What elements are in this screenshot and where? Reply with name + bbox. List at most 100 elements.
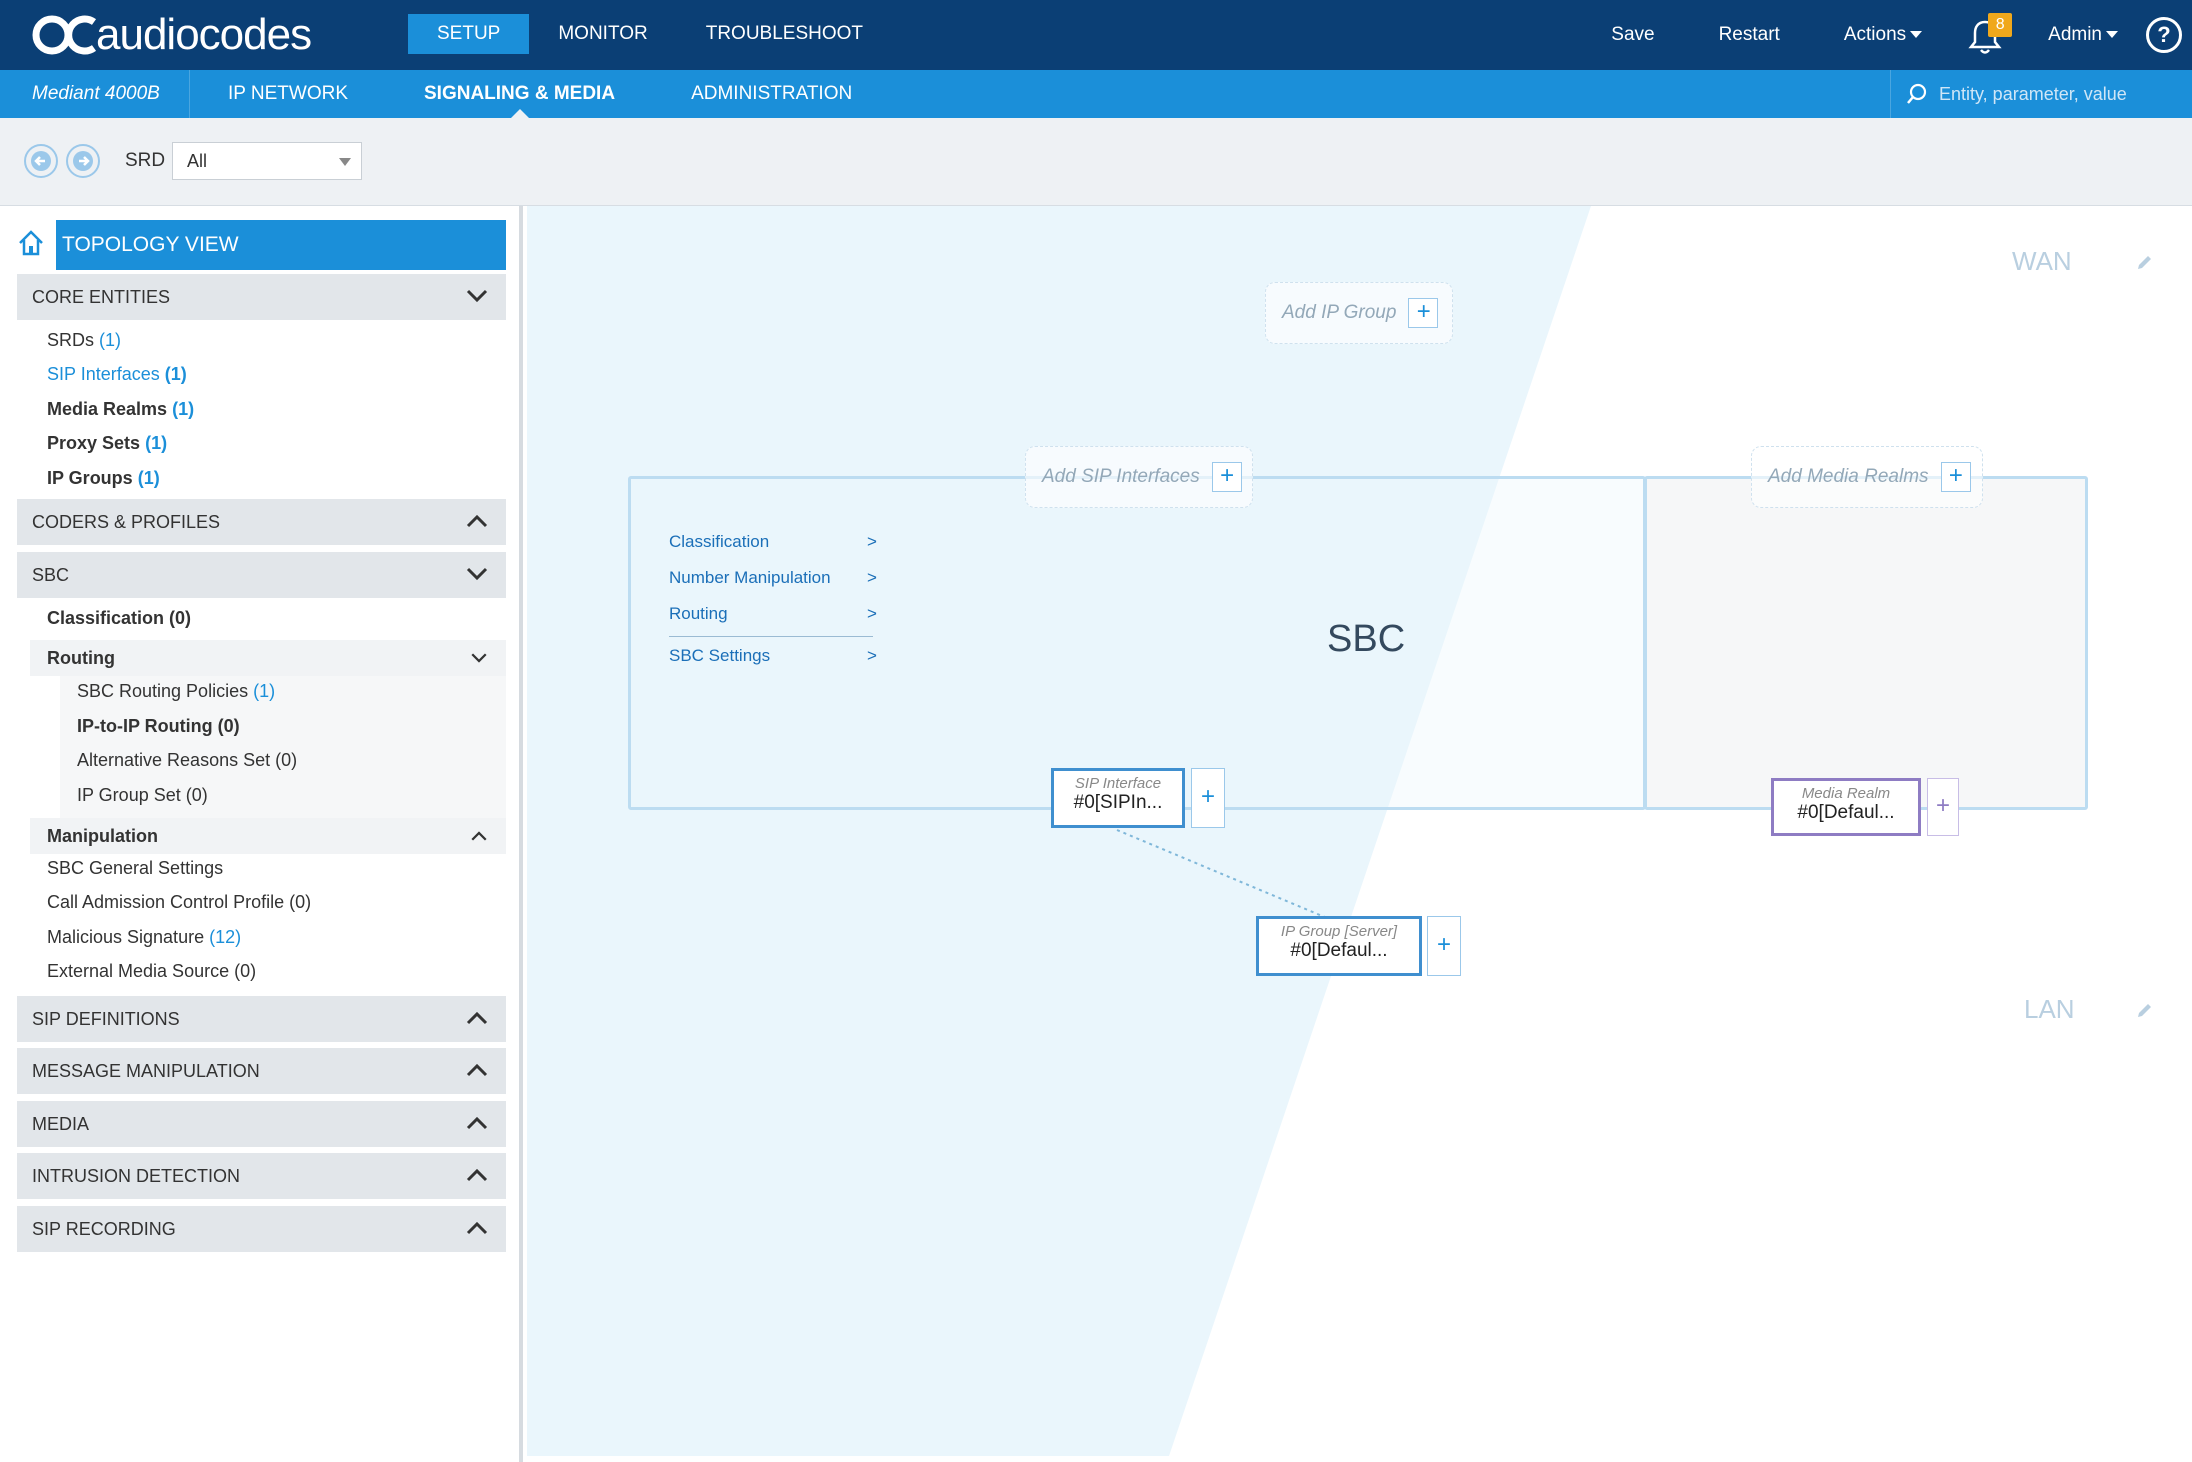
tree-item-call-admission-control[interactable]: Call Admission Control Profile (0) xyxy=(47,892,311,913)
add-media-realm-button[interactable]: + xyxy=(1940,462,1971,492)
admin-menu[interactable]: Admin xyxy=(2048,24,2146,46)
section-intrusion-detection[interactable]: INTRUSION DETECTION xyxy=(17,1153,506,1199)
sip-interface-node[interactable]: SIP Interface #0[SIPIn... xyxy=(1051,768,1185,828)
sbc-menu-classification[interactable]: Classification xyxy=(669,532,769,552)
chevron-down-icon xyxy=(339,158,351,166)
add-sip-interface-button[interactable]: + xyxy=(1211,462,1242,492)
search-icon xyxy=(1905,82,1929,106)
chevron-up-icon xyxy=(466,1063,488,1077)
add-ip-group-button[interactable]: + xyxy=(1408,298,1439,328)
chevron-up-icon xyxy=(466,1011,488,1025)
section-label: SIP RECORDING xyxy=(32,1219,176,1239)
chevron-down-icon xyxy=(471,653,487,663)
chevron-down-icon xyxy=(466,289,488,303)
tab-ip-network[interactable]: IP NETWORK xyxy=(190,70,386,118)
tree-item-proxy-sets[interactable]: Proxy Sets (1) xyxy=(47,433,167,454)
section-label: INTRUSION DETECTION xyxy=(32,1166,241,1186)
tree-item-external-media-source[interactable]: External Media Source (0) xyxy=(47,961,256,982)
add-media-realms-box: Add Media Realms + xyxy=(1751,446,1983,508)
tree-item-sip-interfaces[interactable]: SIP Interfaces (1) xyxy=(47,364,187,385)
sip-interface-node-value: #0[SIPIn... xyxy=(1073,792,1163,813)
chevron-right-icon: > xyxy=(867,532,877,551)
add-sip-interfaces-label: Add SIP Interfaces xyxy=(1042,466,1200,487)
ip-group-node[interactable]: IP Group [Server] #0[Defaul... xyxy=(1256,916,1422,976)
add-sip-interfaces-box: Add SIP Interfaces + xyxy=(1025,446,1253,508)
search-input[interactable] xyxy=(1939,83,2179,105)
edit-lan-icon[interactable] xyxy=(2135,1002,2153,1020)
section-sip-recording[interactable]: SIP RECORDING xyxy=(17,1206,506,1252)
tree-item-ip-group-set[interactable]: IP Group Set (0) xyxy=(77,785,208,806)
srd-toolbar: SRD All xyxy=(0,118,2192,206)
section-sip-definitions[interactable]: SIP DEFINITIONS xyxy=(17,996,506,1042)
add-ip-group-box: Add IP Group + xyxy=(1265,282,1453,344)
arrow-right-icon xyxy=(73,151,93,171)
chevron-down-icon xyxy=(466,567,488,581)
lan-label: LAN xyxy=(2024,994,2075,1024)
navigation-tree: TOPOLOGY VIEW CORE ENTITIES SRDs (1) SIP… xyxy=(0,206,523,1462)
top-right-actions: Save Restart Actions 8 Admin ? xyxy=(1579,0,2192,70)
chevron-up-icon xyxy=(466,1221,488,1235)
actions-label: Actions xyxy=(1843,24,1907,45)
add-sip-interface-node-button[interactable]: + xyxy=(1191,768,1225,828)
tree-group-manipulation[interactable]: Manipulation xyxy=(30,818,506,854)
edit-wan-icon[interactable] xyxy=(2135,254,2153,272)
tree-item-srds[interactable]: SRDs (1) xyxy=(47,330,121,351)
tab-administration[interactable]: ADMINISTRATION xyxy=(653,70,890,118)
wan-label: WAN xyxy=(2012,246,2072,276)
notifications-button[interactable]: 8 xyxy=(1968,13,2013,55)
chevron-up-icon xyxy=(466,1168,488,1182)
chevron-up-icon xyxy=(466,514,488,528)
chevron-down-icon xyxy=(1910,31,1923,39)
media-realm-node[interactable]: Media Realm #0[Defaul... xyxy=(1771,778,1921,836)
back-button[interactable] xyxy=(24,144,58,178)
forward-button[interactable] xyxy=(66,144,100,178)
section-label: CORE ENTITIES xyxy=(32,287,171,307)
section-media[interactable]: MEDIA xyxy=(17,1101,506,1147)
tree-group-routing[interactable]: Routing xyxy=(30,640,506,676)
tree-item-ip-to-ip-routing[interactable]: IP-to-IP Routing (0) xyxy=(77,716,240,737)
srd-select[interactable]: All xyxy=(172,142,362,180)
home-icon[interactable] xyxy=(16,228,46,258)
chevron-right-icon: > xyxy=(867,646,877,665)
section-message-manipulation[interactable]: MESSAGE MANIPULATION xyxy=(17,1048,506,1094)
tab-monitor[interactable]: MONITOR xyxy=(529,14,676,54)
add-media-realms-label: Add Media Realms xyxy=(1768,466,1929,487)
section-core-entities[interactable]: CORE ENTITIES xyxy=(17,274,506,320)
section-label: CODERS & PROFILES xyxy=(32,512,221,532)
tab-troubleshoot[interactable]: TROUBLESHOOT xyxy=(677,14,892,54)
section-coders-profiles[interactable]: CODERS & PROFILES xyxy=(17,499,506,545)
sbc-menu-number-manipulation[interactable]: Number Manipulation xyxy=(669,568,831,588)
sbc-menu-sbc-settings[interactable]: SBC Settings xyxy=(669,646,770,666)
tab-signaling-media[interactable]: SIGNALING & MEDIA xyxy=(386,70,653,118)
main-tabs: SETUP MONITOR TROUBLESHOOT xyxy=(408,14,892,54)
tree-item-ip-groups[interactable]: IP Groups (1) xyxy=(47,468,160,489)
section-sbc[interactable]: SBC xyxy=(17,552,506,598)
add-ip-group-node-button[interactable]: + xyxy=(1427,916,1461,976)
add-media-realm-node-button[interactable]: + xyxy=(1927,778,1959,836)
media-realm-node-value: #0[Defaul... xyxy=(1797,802,1895,823)
tree-item-media-realms[interactable]: Media Realms (1) xyxy=(47,399,194,420)
tree-item-sbc-routing-policies[interactable]: SBC Routing Policies (1) xyxy=(77,681,275,702)
save-button[interactable]: Save xyxy=(1579,24,1686,46)
menu-divider xyxy=(669,636,873,637)
notification-count-badge: 8 xyxy=(1988,13,2013,37)
audiocodes-logo[interactable]: audiocodes xyxy=(32,10,312,60)
device-name: Mediant 4000B xyxy=(0,70,190,118)
section-label: MEDIA xyxy=(32,1114,90,1134)
tree-item-classification[interactable]: Classification (0) xyxy=(47,608,191,629)
add-ip-group-label: Add IP Group xyxy=(1282,302,1397,323)
sip-interface-node-title: SIP Interface xyxy=(1074,775,1162,792)
srd-label: SRD xyxy=(125,150,166,171)
help-button[interactable]: ? xyxy=(2146,17,2182,53)
search-box xyxy=(1890,70,2192,118)
tree-item-malicious-signature[interactable]: Malicious Signature (12) xyxy=(47,927,241,948)
restart-button[interactable]: Restart xyxy=(1687,24,1812,46)
sbc-menu-routing[interactable]: Routing xyxy=(669,604,728,624)
admin-label: Admin xyxy=(2048,24,2102,45)
tree-item-sbc-general-settings[interactable]: SBC General Settings xyxy=(47,858,223,879)
topology-view-title[interactable]: TOPOLOGY VIEW xyxy=(56,220,506,270)
chevron-up-icon xyxy=(471,831,487,841)
actions-menu[interactable]: Actions xyxy=(1812,24,1954,46)
tab-setup[interactable]: SETUP xyxy=(408,14,530,54)
tree-item-alternative-reasons-set[interactable]: Alternative Reasons Set (0) xyxy=(77,750,297,771)
